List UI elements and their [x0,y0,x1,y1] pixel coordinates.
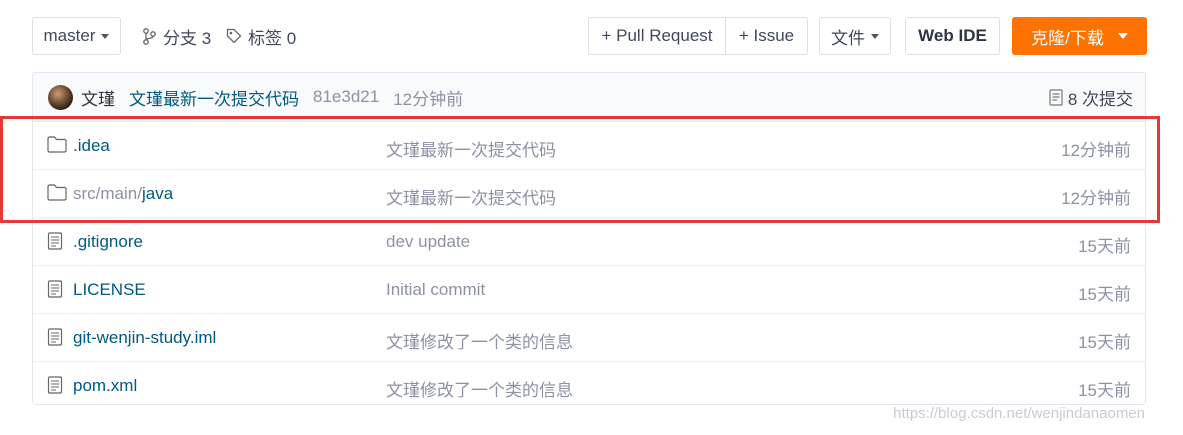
files-label: 文件 [831,28,865,48]
file-row[interactable]: git-wenjin-study.iml 文瑾修改了一个类的信息 15天前 [33,314,1145,362]
file-name-text: java [141,184,174,203]
file-name[interactable]: pom.xml [73,376,137,396]
file-commit-time: 15天前 [1078,381,1131,400]
branches-label: 分支 3 [163,28,212,48]
file-name[interactable]: .gitignore [73,232,143,252]
tag-icon [226,28,242,44]
file-list-panel: 文瑾 文瑾最新一次提交代码 81e3d21 12分钟前 8 次提交 .idea … [32,72,1146,405]
branch-label: master [43,26,96,45]
file-name[interactable]: src/main/java [73,184,173,204]
branch-select[interactable]: master [32,17,121,55]
file-commit-message[interactable]: dev update [386,232,470,252]
commit-author[interactable]: 文瑾 [81,85,115,110]
file-icon [47,328,63,346]
chevron-down-icon [101,33,110,39]
clone-label: 克隆/下载 [1031,28,1104,48]
file-name-text: git-wenjin-study.iml [73,328,217,347]
file-commit-time: 15天前 [1078,237,1131,256]
file-name[interactable]: LICENSE [73,280,146,300]
watermark: https://blog.csdn.net/wenjindanaomen [893,405,1145,422]
file-row[interactable]: pom.xml 文瑾修改了一个类的信息 15天前 [33,362,1145,404]
web-ide-button[interactable]: Web IDE [905,17,1000,55]
file-commit-message[interactable]: Initial commit [386,280,485,300]
file-commit-message[interactable]: 文瑾最新一次提交代码 [386,184,556,209]
folder-icon [47,184,67,201]
files-dropdown[interactable]: 文件 [819,17,891,55]
file-name-text: LICENSE [73,280,146,299]
file-name[interactable]: git-wenjin-study.iml [73,328,216,348]
pull-request-button[interactable]: + Pull Request [588,17,726,55]
file-name-text: pom.xml [73,376,138,395]
tags-label: 标签 0 [248,28,297,48]
commit-message[interactable]: 文瑾最新一次提交代码 [129,85,299,110]
chevron-down-icon [871,33,879,39]
chevron-down-icon [1117,33,1128,39]
file-path-prefix: src/main/ [73,184,142,203]
latest-commit-bar: 文瑾 文瑾最新一次提交代码 81e3d21 12分钟前 8 次提交 [33,73,1145,122]
repo-toolbar: master 分支 3 标签 0 + Pull Request + Issue … [32,17,1147,57]
folder-icon [47,136,67,153]
file-commit-time: 12分钟前 [1061,141,1131,160]
file-commit-time: 15天前 [1078,285,1131,304]
file-name[interactable]: .idea [73,136,110,156]
file-name-text: .idea [73,136,110,155]
file-icon [47,232,63,250]
commit-hash[interactable]: 81e3d21 [313,87,379,107]
file-row[interactable]: .gitignore dev update 15天前 [33,218,1145,266]
commit-count-link[interactable]: 8 次提交 [1049,85,1133,110]
file-commit-message[interactable]: 文瑾最新一次提交代码 [386,136,556,161]
commits-icon [1049,88,1063,106]
file-commit-time: 12分钟前 [1061,189,1131,208]
pr-issue-group: + Pull Request + Issue [588,17,808,55]
branches-link[interactable]: 分支 3 [142,17,211,55]
avatar[interactable] [48,84,73,110]
file-icon [47,376,63,394]
commit-time: 12分钟前 [393,89,464,109]
file-row[interactable]: LICENSE Initial commit 15天前 [33,266,1145,314]
branch-icon [143,27,156,45]
tags-link[interactable]: 标签 0 [226,17,296,55]
file-commit-message[interactable]: 文瑾修改了一个类的信息 [386,328,573,353]
issue-button[interactable]: + Issue [726,17,808,55]
commit-count: 8 次提交 [1067,89,1133,109]
file-name-text: .gitignore [73,232,143,251]
file-row[interactable]: src/main/java 文瑾最新一次提交代码 12分钟前 [33,170,1145,218]
file-row[interactable]: .idea 文瑾最新一次提交代码 12分钟前 [33,122,1145,170]
clone-download-button[interactable]: 克隆/下载 [1012,17,1147,55]
file-commit-message[interactable]: 文瑾修改了一个类的信息 [386,376,573,401]
file-commit-time: 15天前 [1078,333,1131,352]
file-icon [47,280,63,298]
